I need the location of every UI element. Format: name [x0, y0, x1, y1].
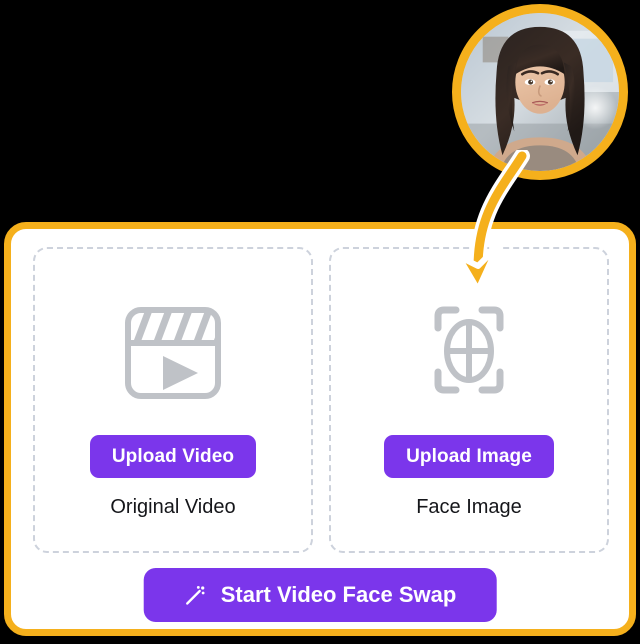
face-image-caption: Face Image	[416, 496, 522, 518]
clapperboard-play-icon	[118, 293, 228, 413]
magic-wand-icon	[184, 583, 208, 607]
original-video-caption: Original Video	[110, 496, 236, 518]
upload-panel-original-video[interactable]: Upload Video Original Video	[33, 247, 313, 553]
avatar	[452, 4, 628, 180]
start-video-face-swap-button[interactable]: Start Video Face Swap	[143, 568, 497, 622]
face-scan-frame-icon	[410, 293, 528, 413]
upload-image-button[interactable]: Upload Image	[384, 435, 554, 478]
upload-panels-row: Upload Video Original Video Upload Image…	[33, 247, 609, 553]
start-video-face-swap-label: Start Video Face Swap	[220, 582, 457, 607]
upload-video-button[interactable]: Upload Video	[89, 435, 257, 478]
face-swap-card: Upload Video Original Video Upload Image…	[4, 222, 636, 636]
upload-panel-face-image[interactable]: Upload Image Face Image	[329, 247, 609, 553]
avatar-photo	[461, 13, 619, 171]
